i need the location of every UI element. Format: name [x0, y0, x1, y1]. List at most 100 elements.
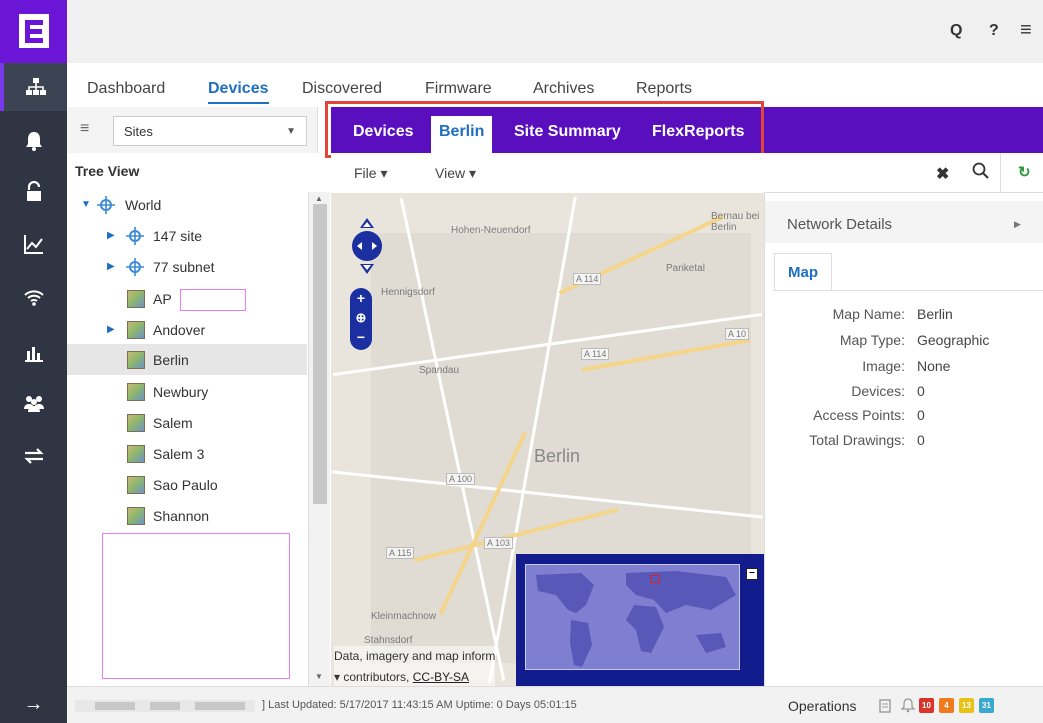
map-label-hennigsdorf: Hennigsdorf — [381, 287, 435, 298]
bar-chart-icon[interactable] — [0, 328, 67, 376]
expanded-arrow-icon[interactable]: ▼ — [81, 199, 91, 210]
site-map-icon — [127, 506, 145, 525]
callout-highlight — [325, 101, 764, 158]
tree-item-salem-3[interactable]: Salem 3 — [67, 438, 307, 469]
menu-icon[interactable]: ≡ — [1020, 19, 1032, 42]
tree-item-world[interactable]: ▼ World — [67, 189, 307, 220]
viewport-marker[interactable] — [650, 575, 660, 583]
tab-devices[interactable]: Devices — [208, 80, 269, 104]
road-label-a114: A 114 — [573, 273, 602, 285]
site-map-icon — [127, 320, 145, 339]
search-icon[interactable]: Q — [950, 22, 962, 40]
scroll-thumb[interactable] — [313, 204, 327, 504]
network-icon[interactable] — [0, 63, 67, 111]
collapsed-arrow-icon[interactable]: ▶ — [107, 230, 115, 241]
tree-item-salem[interactable]: Salem — [67, 407, 307, 438]
pan-control[interactable] — [352, 216, 382, 276]
collapse-arrow-icon[interactable]: → — [0, 686, 67, 723]
map-label-panketal: Panketal — [666, 263, 705, 274]
tree-item-sao-paulo[interactable]: Sao Paulo — [67, 469, 307, 500]
attribution-prefix: contributors, — [343, 670, 413, 684]
chevron-right-icon[interactable]: ▶ — [1014, 219, 1021, 230]
view-menu[interactable]: View ▾ — [435, 165, 476, 182]
sites-dropdown[interactable]: Sites ▼ — [113, 116, 307, 146]
site-map-icon — [127, 382, 145, 401]
file-menu[interactable]: File ▾ — [354, 165, 387, 182]
tab-divider — [774, 290, 1043, 291]
tab-archives[interactable]: Archives — [533, 80, 594, 98]
tab-firmware[interactable]: Firmware — [425, 80, 492, 98]
cc-by-sa-link[interactable]: CC-BY-SA — [413, 670, 469, 684]
globe-icon[interactable]: ⊕ — [350, 310, 372, 326]
view-menu-label: View — [435, 165, 466, 181]
collapse-overview-icon[interactable]: – — [746, 568, 758, 580]
map-label-hohen-neuendorf: Hohen-Neuendorf — [451, 225, 531, 236]
map-label-city: Berlin — [534, 446, 581, 466]
info-alarm-badge[interactable]: 31 — [979, 698, 994, 713]
road-label-a115: A 115 — [386, 547, 415, 559]
site-map-icon — [127, 350, 145, 369]
tree-view-title: Tree View — [75, 163, 140, 179]
zoom-in-icon[interactable]: + — [350, 290, 372, 306]
tree-item-77-subnet[interactable]: ▶ 77 subnet — [67, 251, 307, 282]
tree-item-newbury[interactable]: Newbury — [67, 376, 307, 407]
unlock-icon[interactable] — [0, 168, 67, 216]
tree-item-147-site[interactable]: ▶ 147 site — [67, 220, 307, 251]
error-alarm-badge[interactable]: 4 — [939, 698, 954, 713]
search-bar: ✖ ↻ — [764, 153, 1043, 193]
scroll-down-icon[interactable]: ▼ — [315, 672, 323, 681]
extreme-logo[interactable] — [0, 0, 67, 63]
bell-icon[interactable] — [901, 698, 915, 713]
tab-reports[interactable]: Reports — [636, 80, 692, 98]
help-icon[interactable]: ? — [989, 22, 999, 40]
map-label-stahnsdorf: Stahnsdorf — [364, 635, 413, 646]
chevron-down-icon: ▼ — [286, 126, 296, 137]
warning-alarm-badge[interactable]: 13 — [959, 698, 974, 713]
clear-icon[interactable]: ✖ — [936, 164, 949, 184]
wifi-icon[interactable] — [0, 273, 67, 321]
clipboard-icon[interactable] — [878, 699, 892, 713]
detail-key: Map Name: — [832, 306, 905, 322]
users-icon[interactable] — [0, 379, 67, 427]
tree-menu-icon[interactable]: ≡ — [80, 120, 89, 138]
tree-item-label: Newbury — [153, 383, 209, 400]
scroll-up-icon[interactable]: ▲ — [315, 194, 323, 203]
highlight-box — [102, 533, 290, 679]
detail-key: Access Points: — [813, 407, 905, 423]
tree-item-label: Salem 3 — [153, 445, 205, 462]
transfer-icon[interactable] — [0, 432, 67, 480]
left-nav — [0, 0, 67, 723]
collapsed-arrow-icon[interactable]: ▶ — [107, 324, 115, 335]
tree-panel: Tree View ▼ World ▶ 147 site ▶ 77 subnet… — [67, 153, 308, 686]
network-details-header[interactable]: Network Details ▶ — [765, 201, 1043, 243]
tab-discovered[interactable]: Discovered — [302, 80, 382, 98]
tab-map[interactable]: Map — [774, 253, 832, 291]
map-tab-label: Map — [788, 264, 818, 281]
tab-dashboard[interactable]: Dashboard — [87, 80, 165, 98]
detail-value: 0 — [917, 407, 925, 423]
detail-value: None — [917, 358, 951, 374]
refresh-icon[interactable]: ↻ — [1018, 163, 1031, 181]
detail-value: Geographic — [917, 332, 990, 348]
search-icon[interactable] — [972, 162, 990, 180]
tree-item-andover[interactable]: ▶ Andover — [67, 314, 307, 345]
detail-key: Devices: — [851, 383, 905, 399]
operations-link[interactable]: Operations — [788, 698, 856, 714]
bell-icon[interactable] — [0, 117, 67, 165]
critical-alarm-badge[interactable]: 10 — [919, 698, 934, 713]
tree-item-label: Berlin — [153, 351, 189, 368]
zoom-control[interactable]: + ⊕ − — [350, 288, 372, 350]
overview-map[interactable]: – — [516, 554, 764, 686]
tree-scrollbar[interactable]: ▲ ▼ — [308, 192, 330, 686]
sites-bar: ≡ Sites ▼ — [67, 107, 318, 153]
chart-line-icon[interactable] — [0, 220, 67, 268]
tree-item-label: 147 site — [153, 227, 203, 244]
status-bar: ] Last Updated: 5/17/2017 11:43:15 AM Up… — [67, 686, 1043, 723]
tree-item-shannon[interactable]: Shannon — [67, 500, 307, 531]
detail-key: Total Drawings: — [809, 432, 905, 448]
tree-item-berlin[interactable]: Berlin — [67, 344, 307, 375]
collapsed-arrow-icon[interactable]: ▶ — [107, 261, 115, 272]
tree-item-label: World — [125, 196, 162, 213]
zoom-out-icon[interactable]: − — [350, 329, 372, 345]
divider — [1000, 153, 1001, 193]
